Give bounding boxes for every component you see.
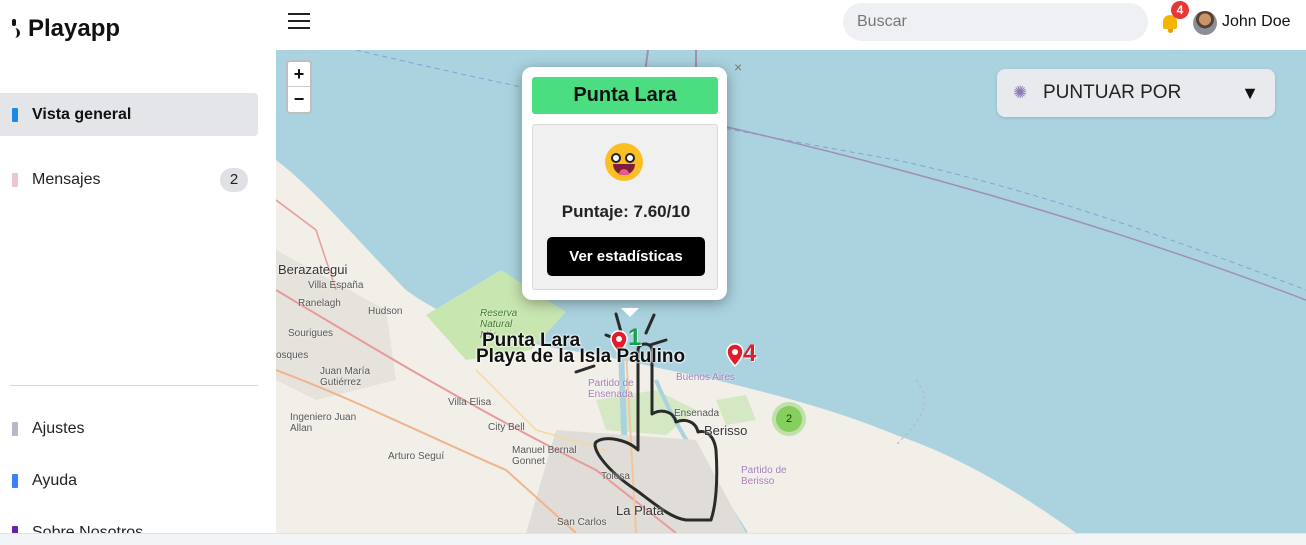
map-label-berazategui: Berazategui bbox=[278, 262, 348, 277]
sidebar-divider bbox=[10, 385, 258, 386]
zoom-out-button[interactable]: − bbox=[288, 87, 310, 112]
sidebar-item-label: Sobre Nosotros bbox=[32, 523, 144, 534]
sidebar-item-label: Vista general bbox=[32, 105, 132, 123]
notification-count-badge: 4 bbox=[1171, 1, 1189, 19]
map-label-bosques: osques bbox=[276, 350, 309, 361]
sidebar: Playapp Vista general Mensajes 2 Ajustes… bbox=[0, 0, 276, 533]
sidebar-item-label: Ayuda bbox=[32, 471, 78, 489]
map-label-ensenada: Ensenada bbox=[674, 408, 720, 419]
map-label-la-plata: La Plata bbox=[616, 503, 664, 518]
popup-tip bbox=[621, 308, 639, 317]
map-label-manuel-bernal-gonnet: Manuel Bernal Gonnet bbox=[512, 445, 577, 467]
score-text: Puntaje: 7.60/10 bbox=[561, 202, 691, 221]
map-label-sourigues: Sourigues bbox=[288, 328, 334, 339]
map-label-city-bell: City Bell bbox=[488, 422, 525, 433]
map-pin-icon[interactable] bbox=[726, 343, 744, 367]
map-label-partido-berisso: Partido de Berisso bbox=[741, 465, 787, 487]
popup-close-button[interactable]: × bbox=[734, 59, 742, 75]
sidebar-item-ayuda[interactable]: Ayuda bbox=[0, 459, 258, 502]
marker-label-isla-paulino[interactable]: Playa de la Isla Paulino bbox=[476, 346, 685, 368]
beach-popup: Punta Lara Puntaje: 7.60/10 Ver estadíst… bbox=[522, 67, 727, 300]
sidebar-item-sobre-nosotros[interactable]: Sobre Nosotros bbox=[0, 511, 258, 533]
popup-card: Puntaje: 7.60/10 Ver estadísticas bbox=[532, 124, 718, 290]
brand-name: Playapp bbox=[28, 15, 121, 42]
map-label-juan-maria-gutierrez: Juan María Gutiérrez bbox=[320, 366, 371, 388]
zoom-in-button[interactable]: + bbox=[288, 62, 310, 87]
menu-icon[interactable] bbox=[288, 10, 310, 32]
bell-clapper bbox=[1168, 29, 1173, 33]
map-label-hudson: Hudson bbox=[368, 306, 403, 317]
horizontal-scrollbar[interactable] bbox=[0, 533, 1306, 545]
zoom-control: + − bbox=[286, 60, 312, 114]
view-stats-button[interactable]: Ver estadísticas bbox=[547, 237, 705, 276]
marker-cluster[interactable]: 2 bbox=[776, 406, 802, 432]
map-label-san-carlos: San Carlos bbox=[557, 517, 607, 528]
grinning-face-icon bbox=[605, 143, 643, 181]
sidebar-item-label: Mensajes bbox=[32, 170, 101, 188]
map-label-ingeniero-juan-allan: Ingeniero Juan Allan bbox=[290, 412, 357, 434]
messages-count-badge: 2 bbox=[220, 168, 248, 192]
settings-icon bbox=[12, 421, 18, 436]
map-label-berisso: Berisso bbox=[704, 423, 748, 438]
about-icon bbox=[12, 525, 18, 533]
popup-title: Punta Lara bbox=[532, 77, 718, 114]
gear-icon: ✺ bbox=[1013, 83, 1028, 102]
sidebar-item-mensajes[interactable]: Mensajes 2 bbox=[0, 158, 258, 201]
user-name[interactable]: John Doe bbox=[1222, 13, 1291, 31]
map-label-villa-elisa: Villa Elisa bbox=[448, 397, 492, 408]
app-root: Playapp Vista general Mensajes 2 Ajustes… bbox=[0, 0, 1306, 545]
topbar: 4 John Doe bbox=[276, 0, 1306, 50]
notifications-button[interactable]: 4 bbox=[1160, 1, 1189, 34]
map-label-arturo-segui: Arturo Seguí bbox=[388, 451, 445, 462]
search-input[interactable] bbox=[843, 3, 1148, 41]
sidebar-item-vista-general[interactable]: Vista general bbox=[0, 93, 258, 136]
avatar[interactable] bbox=[1193, 11, 1217, 35]
help-icon bbox=[12, 473, 18, 488]
map-label-partido-ensenada: Partido de Ensenada bbox=[588, 378, 634, 400]
caret-down-icon: ▼ bbox=[1241, 83, 1259, 103]
sidebar-item-label: Ajustes bbox=[32, 419, 85, 437]
brand[interactable]: Playapp bbox=[10, 15, 120, 43]
map-view[interactable]: Berazategui Villa España Ranelagh Hudson… bbox=[276, 50, 1306, 533]
overview-icon bbox=[12, 107, 18, 122]
map-label-buenos-aires: Buenos Aires bbox=[676, 372, 735, 383]
map-label-tolosa: Tolosa bbox=[601, 471, 630, 482]
logo-icon bbox=[10, 16, 20, 42]
marker-rank-isla-paulino: 4 bbox=[743, 340, 757, 367]
map-label-ranelagh: Ranelagh bbox=[298, 298, 341, 309]
sidebar-item-ajustes[interactable]: Ajustes bbox=[0, 407, 258, 450]
messages-icon bbox=[12, 172, 18, 187]
rank-by-select[interactable]: ✺ PUNTUAR POR ▼ bbox=[997, 69, 1275, 117]
map-label-villa-espana: Villa España bbox=[308, 280, 364, 291]
rank-by-label: PUNTUAR POR bbox=[1043, 82, 1182, 103]
